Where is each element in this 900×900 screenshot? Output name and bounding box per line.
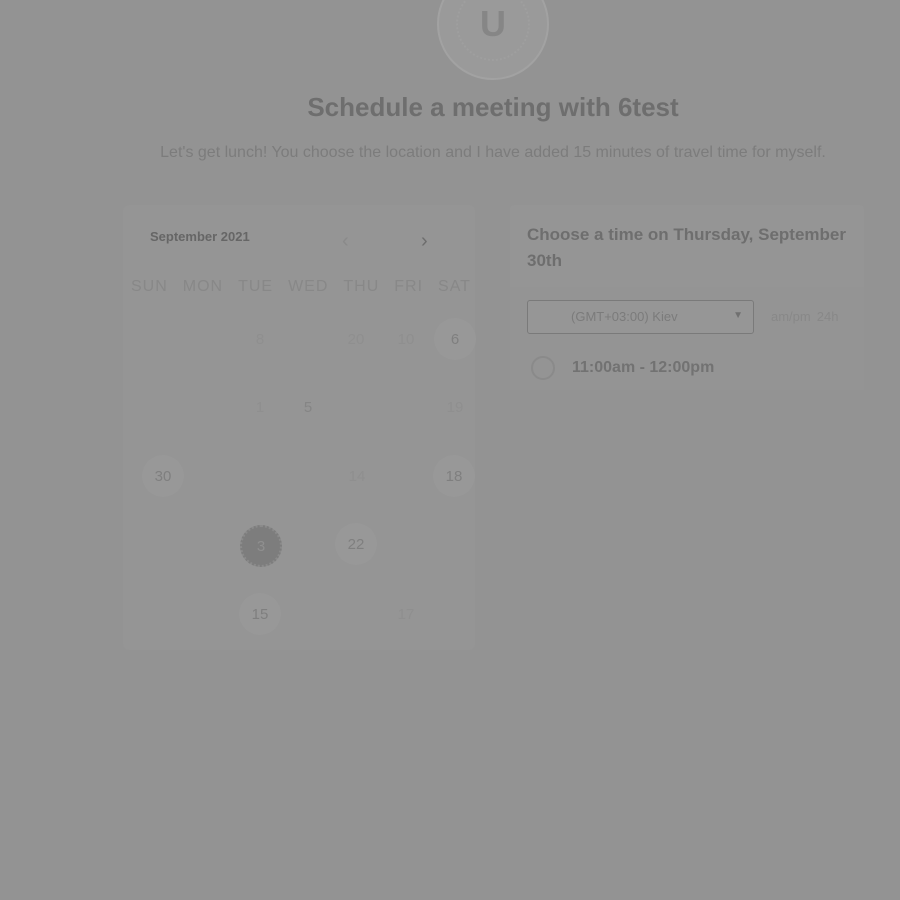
weekday-fri: FRI [394,278,424,295]
weekday-wed: WED [288,278,329,295]
calendar-day[interactable]: 19 [434,386,476,428]
weekday-thu: THU [343,278,380,295]
weekday-sat: SAT [438,278,471,295]
calendar-card [123,205,475,650]
calendar-day-available[interactable]: 6 [434,318,476,360]
calendar-day[interactable]: 8 [239,318,281,360]
calendar-day[interactable]: 1 [239,386,281,428]
calendar-day[interactable]: 5 [287,386,329,428]
timezone-value: (GMT+03:00) Kiev [571,309,678,324]
weekday-mon: MON [182,278,224,295]
weekday-header: SUN MON TUE WED THU FRI SAT [131,278,471,296]
calendar-day[interactable]: 14 [336,455,378,497]
radio-button-icon[interactable] [531,356,555,380]
format-24h-option[interactable]: 24h [817,309,839,324]
time-panel-title: Choose a time on Thursday, September 30t… [527,225,846,270]
calendar-day-available[interactable]: 18 [433,455,475,497]
calendar-day[interactable]: 20 [335,318,377,360]
calendar-day-available[interactable]: 22 [335,523,377,565]
timezone-select[interactable]: (GMT+03:00) Kiev ▼ [527,300,754,334]
chevron-right-icon[interactable]: › [421,231,428,251]
caret-down-icon: ▼ [733,310,743,321]
calendar-day[interactable]: 10 [385,318,427,360]
page-title: Schedule a meeting with 6test [307,92,679,122]
time-format-toggle: am/pm 24h [771,309,844,324]
page-subtitle: Let's get lunch! You choose the location… [160,144,826,161]
calendar-month-label: September 2021 [150,229,250,244]
calendar-day-available[interactable]: 15 [239,593,281,635]
avatar-initial: U [456,0,530,61]
calendar-day[interactable]: 17 [385,593,427,635]
time-slot[interactable]: 11:00am - 12:00pm [531,355,714,381]
time-slot-label: 11:00am - 12:00pm [572,359,715,376]
calendar-day-available[interactable]: 30 [142,455,184,497]
avatar: U [437,0,549,80]
chevron-left-icon[interactable]: ‹ [342,231,349,251]
weekday-sun: SUN [131,278,168,295]
format-ampm-option[interactable]: am/pm [771,309,811,324]
calendar-day-selected[interactable]: 3 [240,525,282,567]
weekday-tue: TUE [238,278,274,295]
